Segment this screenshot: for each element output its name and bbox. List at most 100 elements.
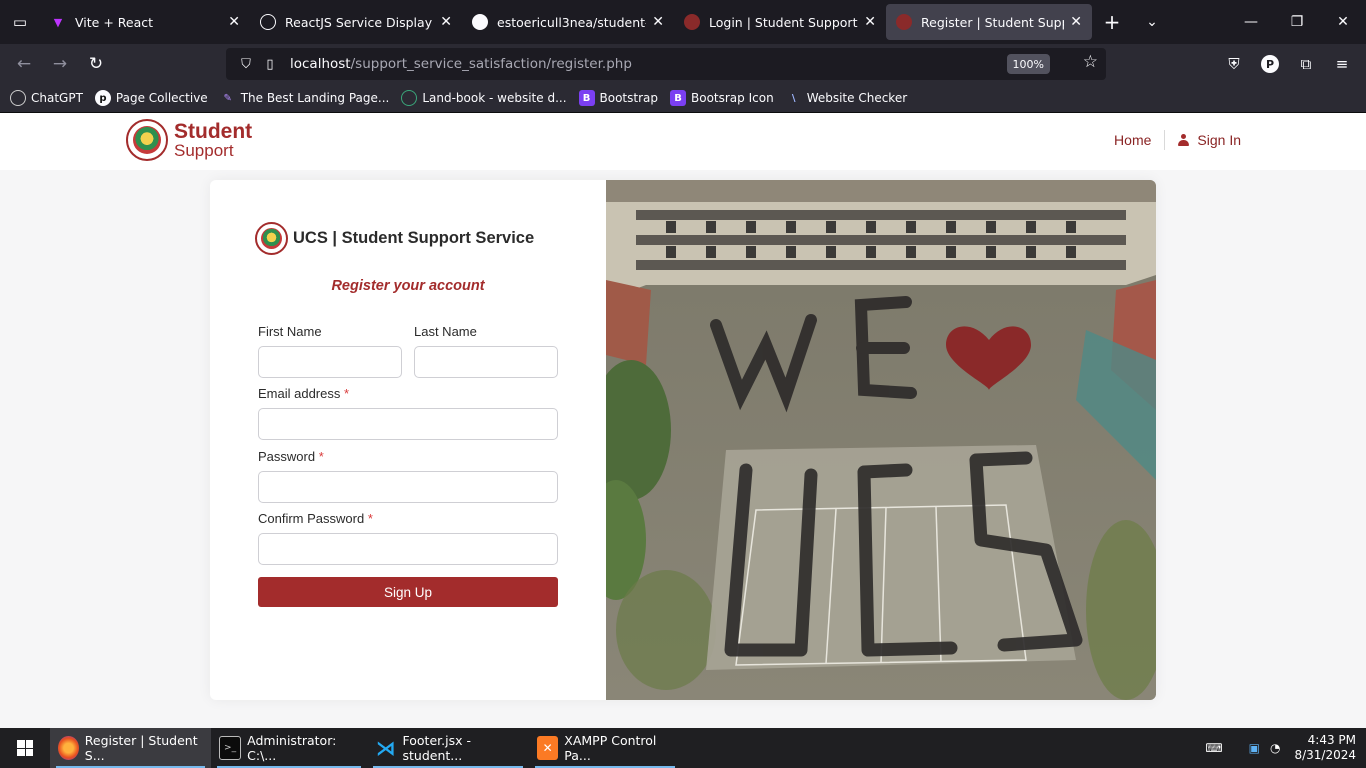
url-text[interactable]: localhost/support_service_satisfaction/r… [290,56,632,72]
vite-icon: ▼ [53,15,63,29]
system-tray: ⌨ ▣ ◔ 4:43 PM 8/31/2024 [1205,728,1366,768]
register-card: UCS | Student Support Service Register y… [210,180,1156,700]
email-field[interactable] [258,408,558,440]
school-seal-icon [255,222,288,255]
campus-aerial-photo [606,180,1156,700]
bookmark-landing-page[interactable]: ✎ The Best Landing Page... [220,90,389,106]
bookmark-land-book[interactable]: Land-book - website d... [401,90,567,106]
logo-line2: Support [174,141,234,160]
network-monitor-icon[interactable]: ▣ [1249,741,1260,755]
star-bookmark-icon[interactable]: ☆ [1083,52,1098,72]
forward-arrow-icon[interactable]: → [42,48,78,80]
last-name-field[interactable] [414,346,558,378]
campus-photo-illustration [606,180,1156,700]
header-nav: Home Sign In [1114,130,1241,150]
tab-list-icon[interactable]: ▭ [0,0,40,44]
tab-title: ReactJS Service Display Setup [285,14,434,30]
school-seal-icon [896,14,912,30]
school-seal-icon [126,119,168,161]
bookmark-website-checker[interactable]: \ Website Checker [786,90,907,106]
minimize-icon[interactable]: — [1228,0,1274,44]
shield-icon[interactable]: ⛉ [234,57,258,72]
browser-tab-active[interactable]: Register | Student Support Se ✕ [886,4,1092,40]
brand-name: UCS | Student Support Service [293,229,535,247]
tab-title: estoericull3nea/student-supp [497,14,646,30]
restore-icon[interactable]: ❐ [1274,0,1320,44]
taskbar-item-xampp[interactable]: ✕ XAMPP Control Pa... [529,728,681,768]
browser-tab-strip: ▭ ▼ Vite + React ✕ ReactJS Service Displ… [0,0,1366,44]
bookmark-page-collective[interactable]: p Page Collective [94,90,208,106]
bootstrap-icon: B [578,90,595,106]
taskbar-item-vscode[interactable]: ⋊ Footer.jsx - student... [367,728,529,768]
nav-signin-link[interactable]: Sign In [1178,132,1241,148]
firefox-icon [58,736,79,760]
openai-icon [260,14,276,30]
ime-icon[interactable]: ⌨ [1205,741,1222,755]
landbook-icon [401,90,418,106]
bookmark-bootstrap[interactable]: B Bootstrap [578,90,658,106]
site-logo[interactable]: Student Support [126,119,252,161]
confirm-password-field[interactable] [258,533,558,565]
bookmarks-bar: ChatGPT p Page Collective ✎ The Best Landi… [0,84,1366,113]
bookmark-chatgpt[interactable]: ChatGPT [10,90,83,106]
page-icon[interactable]: ▯ [258,57,282,72]
page-content: Student Support Home Sign In UCS | Stude… [0,113,1366,728]
tab-title: Register | Student Support Se [921,14,1064,30]
new-tab-icon[interactable]: + [1092,0,1132,44]
browser-tab[interactable]: ▼ Vite + React ✕ [40,4,250,40]
chevron-down-icon[interactable]: ⌄ [1132,0,1172,44]
browser-navbar: ← → ↻ ⛉ ▯ localhost/support_service_sati… [0,44,1366,84]
menu-icon[interactable]: ≡ [1326,48,1358,80]
password-label: Password * [258,449,324,464]
windows-start-icon[interactable] [0,728,50,768]
nav-home-link[interactable]: Home [1114,132,1151,148]
close-window-icon[interactable]: ✕ [1320,0,1366,44]
pocket-icon[interactable]: ⛨ [1218,48,1250,80]
bookmark-bootstrap-icon[interactable]: B Bootsrap Icon [670,90,774,106]
confirm-password-label: Confirm Password * [258,511,373,526]
browser-tab[interactable]: ReactJS Service Display Setup ✕ [250,4,462,40]
landing-icon: ✎ [223,92,232,104]
school-seal-icon [684,14,700,30]
form-brand: UCS | Student Support Service [255,222,534,255]
windows-taskbar: Register | Student S... >_ Administrator… [0,728,1366,768]
form-subtitle: Register your account [331,278,485,294]
close-icon[interactable]: ✕ [1070,14,1082,30]
register-form: UCS | Student Support Service Register y… [210,180,606,700]
wifi-icon[interactable]: ◔ [1270,741,1280,755]
browser-tab[interactable]: Login | Student Support Servi ✕ [674,4,886,40]
bootstrap-icon: B [670,90,686,106]
vscode-icon: ⋊ [375,736,396,760]
zoom-level[interactable]: 100% [1006,54,1050,74]
signup-button[interactable]: Sign Up [258,577,558,607]
profile-avatar[interactable]: P [1254,48,1286,80]
checker-icon: \ [791,92,796,104]
last-name-label: Last Name [414,324,477,339]
close-icon[interactable]: ✕ [864,14,876,30]
terminal-icon: >_ [219,736,242,760]
tab-title: Vite + React [75,14,154,30]
first-name-field[interactable] [258,346,402,378]
password-field[interactable] [258,471,558,503]
close-icon[interactable]: ✕ [652,14,664,30]
taskbar-item-terminal[interactable]: >_ Administrator: C:\... [211,728,367,768]
close-icon[interactable]: ✕ [440,14,452,30]
url-bar[interactable]: ⛉ ▯ localhost/support_service_satisfacti… [226,48,1106,80]
reload-icon[interactable]: ↻ [78,48,114,80]
openai-icon [10,90,26,106]
email-label: Email address * [258,386,350,401]
browser-tab[interactable]: estoericull3nea/student-supp ✕ [462,4,674,40]
close-icon[interactable]: ✕ [228,14,240,30]
xampp-icon: ✕ [537,736,559,760]
logo-line1: Student [174,120,253,143]
clock[interactable]: 4:43 PM 8/31/2024 [1294,733,1356,763]
back-arrow-icon[interactable]: ← [6,48,42,80]
site-header: Student Support Home Sign In [0,113,1366,170]
github-icon [472,14,488,30]
taskbar-item-firefox[interactable]: Register | Student S... [50,728,211,768]
tab-title: Login | Student Support Servi [709,14,858,30]
first-name-label: First Name [258,324,322,339]
user-icon [1178,134,1190,146]
extensions-icon[interactable]: ⧉ [1290,48,1322,80]
nav-divider [1164,130,1166,150]
